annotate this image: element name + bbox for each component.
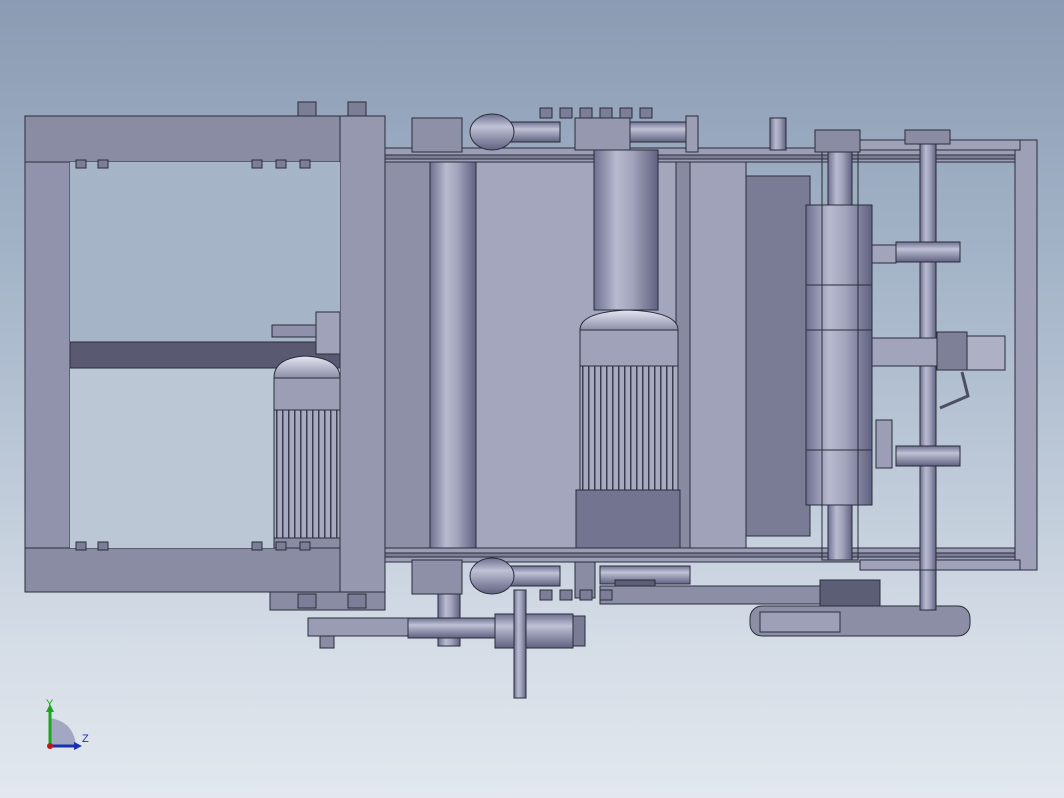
- machine-assembly-model[interactable]: [0, 0, 1064, 798]
- y-axis-label: Y: [46, 698, 54, 710]
- z-axis-label: Z: [82, 733, 89, 745]
- bottom-drive: [307, 557, 971, 699]
- triad-plane: [50, 718, 76, 746]
- right-drum: [805, 139, 873, 561]
- z-arrow: [74, 742, 82, 750]
- triad-origin: [47, 743, 53, 749]
- cad-graphics-viewport[interactable]: Y Z: [0, 0, 1064, 798]
